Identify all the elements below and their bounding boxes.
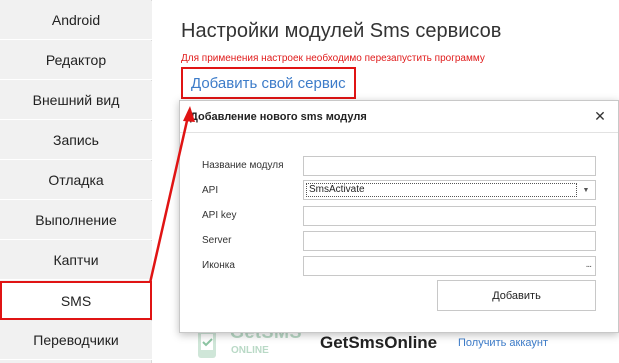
module-name-input[interactable] xyxy=(303,156,596,176)
browse-button[interactable]: ... xyxy=(586,259,592,270)
sidebar-item-captcha[interactable]: Каптчи xyxy=(0,241,152,280)
add-sms-module-dialog: Добавление нового sms модуля ✕ Название … xyxy=(179,100,619,333)
sidebar-item-label: Каптчи xyxy=(53,252,99,268)
sidebar-item-execution[interactable]: Выполнение xyxy=(0,201,152,240)
api-selected-value: SmsActivate xyxy=(306,183,577,197)
service-logo-subtext: ONLINE xyxy=(231,345,269,356)
sidebar-item-label: Переводчики xyxy=(33,332,119,348)
close-icon[interactable]: ✕ xyxy=(592,108,608,124)
sidebar-item-appearance[interactable]: Внешний вид xyxy=(0,81,152,120)
server-input[interactable] xyxy=(303,231,596,251)
page-title: Настройки модулей Sms сервисов xyxy=(181,20,502,42)
sidebar-item-recording[interactable]: Запись xyxy=(0,121,152,160)
api-key-input[interactable] xyxy=(303,206,596,226)
module-name-label: Название модуля xyxy=(202,160,284,171)
sidebar-item-label: Редактор xyxy=(45,52,107,68)
sidebar-item-label: SMS xyxy=(60,292,92,309)
dialog-title: Добавление нового sms модуля xyxy=(190,111,367,123)
chevron-down-icon[interactable]: ▼ xyxy=(581,185,591,195)
dialog-header: Добавление нового sms модуля ✕ xyxy=(180,101,618,133)
sidebar-item-android[interactable]: Android xyxy=(0,1,152,40)
sidebar-item-editor[interactable]: Редактор xyxy=(0,41,152,80)
sidebar-item-label: Выполнение xyxy=(35,212,117,228)
service-name: GetSmsOnline xyxy=(320,333,438,352)
sidebar-item-sms[interactable]: SMS xyxy=(0,281,152,320)
sidebar-item-debug[interactable]: Отладка xyxy=(0,161,152,200)
add-button[interactable]: Добавить xyxy=(437,280,596,311)
sidebar-item-label: Отладка xyxy=(48,172,104,188)
sidebar-item-translators[interactable]: Переводчики xyxy=(0,321,152,360)
api-select[interactable]: SmsActivate ▼ xyxy=(303,180,596,200)
icon-label: Иконка xyxy=(202,260,235,271)
api-key-label: API key xyxy=(202,210,237,221)
get-account-link[interactable]: Получить аккаунт xyxy=(458,337,548,349)
icon-path-input[interactable]: ... xyxy=(303,256,596,276)
server-label: Server xyxy=(202,235,232,246)
sidebar-item-label: Внешний вид xyxy=(32,92,120,108)
sidebar-item-label: Запись xyxy=(53,132,99,148)
restart-warning: Для применения настроек необходимо перез… xyxy=(181,53,485,64)
add-service-link[interactable]: Добавить свой сервис xyxy=(181,67,356,99)
sidebar-item-label: Android xyxy=(51,12,101,28)
api-label: API xyxy=(202,185,219,196)
sidebar: Android Редактор Внешний вид Запись Отла… xyxy=(0,0,152,363)
